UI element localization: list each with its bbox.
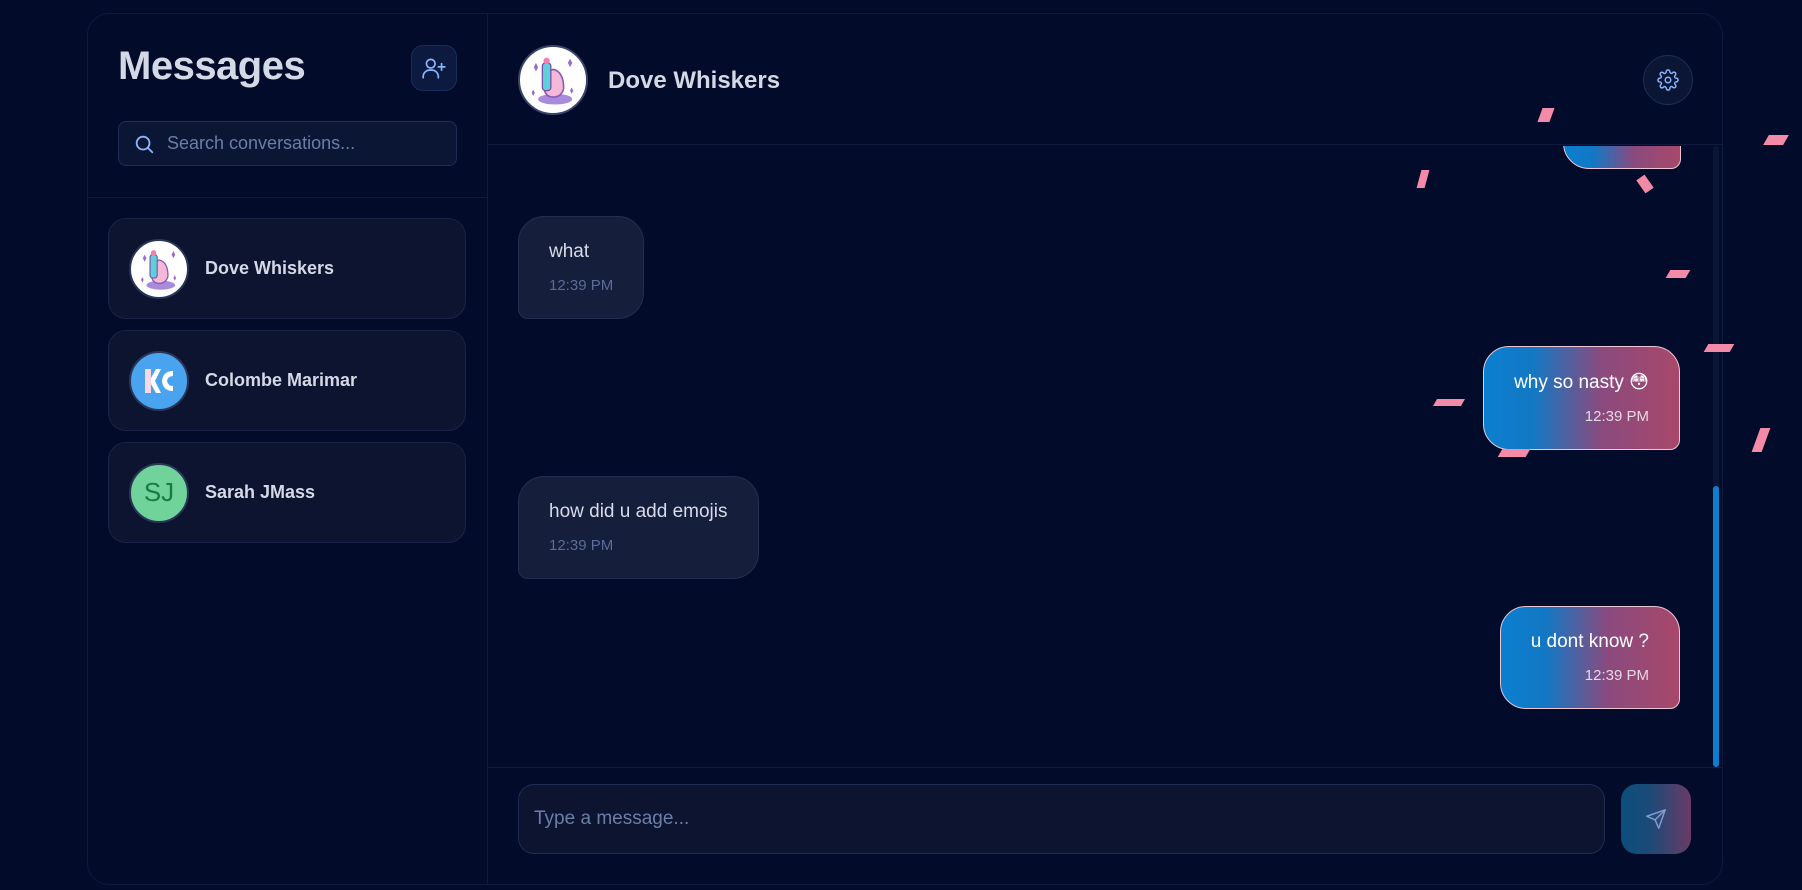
message-text: what — [549, 241, 590, 262]
conversation-name: Colombe Marimar — [205, 370, 358, 390]
confetti-particle — [1703, 344, 1735, 352]
messenger-app: Messages Search conversations... Dove Wh… — [87, 13, 1723, 885]
chat-panel: Dove Whiskers what 12:39 PM why so nasty… — [488, 14, 1722, 884]
message-time: 12:39 PM — [1584, 408, 1649, 425]
message-text: how did u add emojis — [549, 501, 728, 522]
add-contact-button[interactable] — [411, 45, 457, 91]
user-plus-icon — [422, 58, 446, 79]
send-icon — [1646, 809, 1666, 829]
dove-whiskers-avatar-icon — [531, 57, 574, 105]
conversation-name: Sarah JMass — [205, 482, 316, 502]
message-bubble-incoming: how did u add emojis 12:39 PM — [518, 476, 759, 579]
message-input[interactable] — [518, 784, 1605, 854]
conversation-item-colombe-marimar[interactable]: Colombe Marimar — [108, 330, 466, 431]
message-bubble-outgoing: u dont know ? 12:39 PM — [1499, 606, 1680, 709]
chat-header: Dove Whiskers — [488, 14, 1722, 145]
message-bubble-outgoing: why so nasty 😳 12:39 PM — [1483, 346, 1680, 450]
message-list[interactable]: what 12:39 PM why so nasty 😳 12:39 PM ho… — [488, 146, 1722, 767]
message-time: 12:39 PM — [549, 537, 614, 554]
message-text: u dont know ? — [1530, 631, 1649, 652]
avatar — [129, 350, 189, 411]
avatar — [129, 238, 189, 299]
confetti-particle — [1751, 428, 1771, 452]
composer-divider — [488, 767, 1722, 768]
send-button[interactable] — [1621, 784, 1691, 854]
colombe-marimar-avatar-icon — [145, 368, 173, 393]
message-bubble-outgoing — [1563, 146, 1681, 169]
message-time: 12:39 PM — [1584, 667, 1649, 684]
message-time: 12:39 PM — [549, 277, 614, 294]
scrollbar-thumb[interactable] — [1713, 486, 1719, 767]
conversation-item-sarah-jmass[interactable]: SJ Sarah JMass — [108, 442, 466, 543]
confetti-particle — [1432, 399, 1466, 406]
sidebar-title: Messages — [118, 44, 306, 88]
conversation-name: Dove Whiskers — [205, 258, 335, 278]
gear-icon — [1657, 69, 1679, 91]
scrollbar[interactable] — [1713, 146, 1719, 767]
message-bubble-incoming: what 12:39 PM — [518, 216, 645, 319]
avatar-initials: SJ — [143, 477, 175, 507]
settings-button[interactable] — [1643, 55, 1693, 105]
contact-avatar[interactable] — [518, 45, 588, 115]
search-icon — [135, 135, 154, 153]
confetti-particle — [1763, 135, 1789, 145]
contact-name: Dove Whiskers — [608, 67, 781, 94]
search-box — [118, 121, 457, 166]
conversation-item-dove-whiskers[interactable]: Dove Whiskers — [108, 218, 466, 319]
message-text: why so nasty 😳 — [1514, 372, 1649, 393]
search-input[interactable] — [167, 133, 437, 154]
avatar: SJ — [129, 462, 189, 523]
sidebar-divider — [88, 197, 487, 198]
dove-whiskers-avatar-icon — [141, 249, 177, 290]
sidebar: Messages Search conversations... Dove Wh… — [88, 14, 488, 884]
confetti-particle — [1497, 449, 1531, 457]
